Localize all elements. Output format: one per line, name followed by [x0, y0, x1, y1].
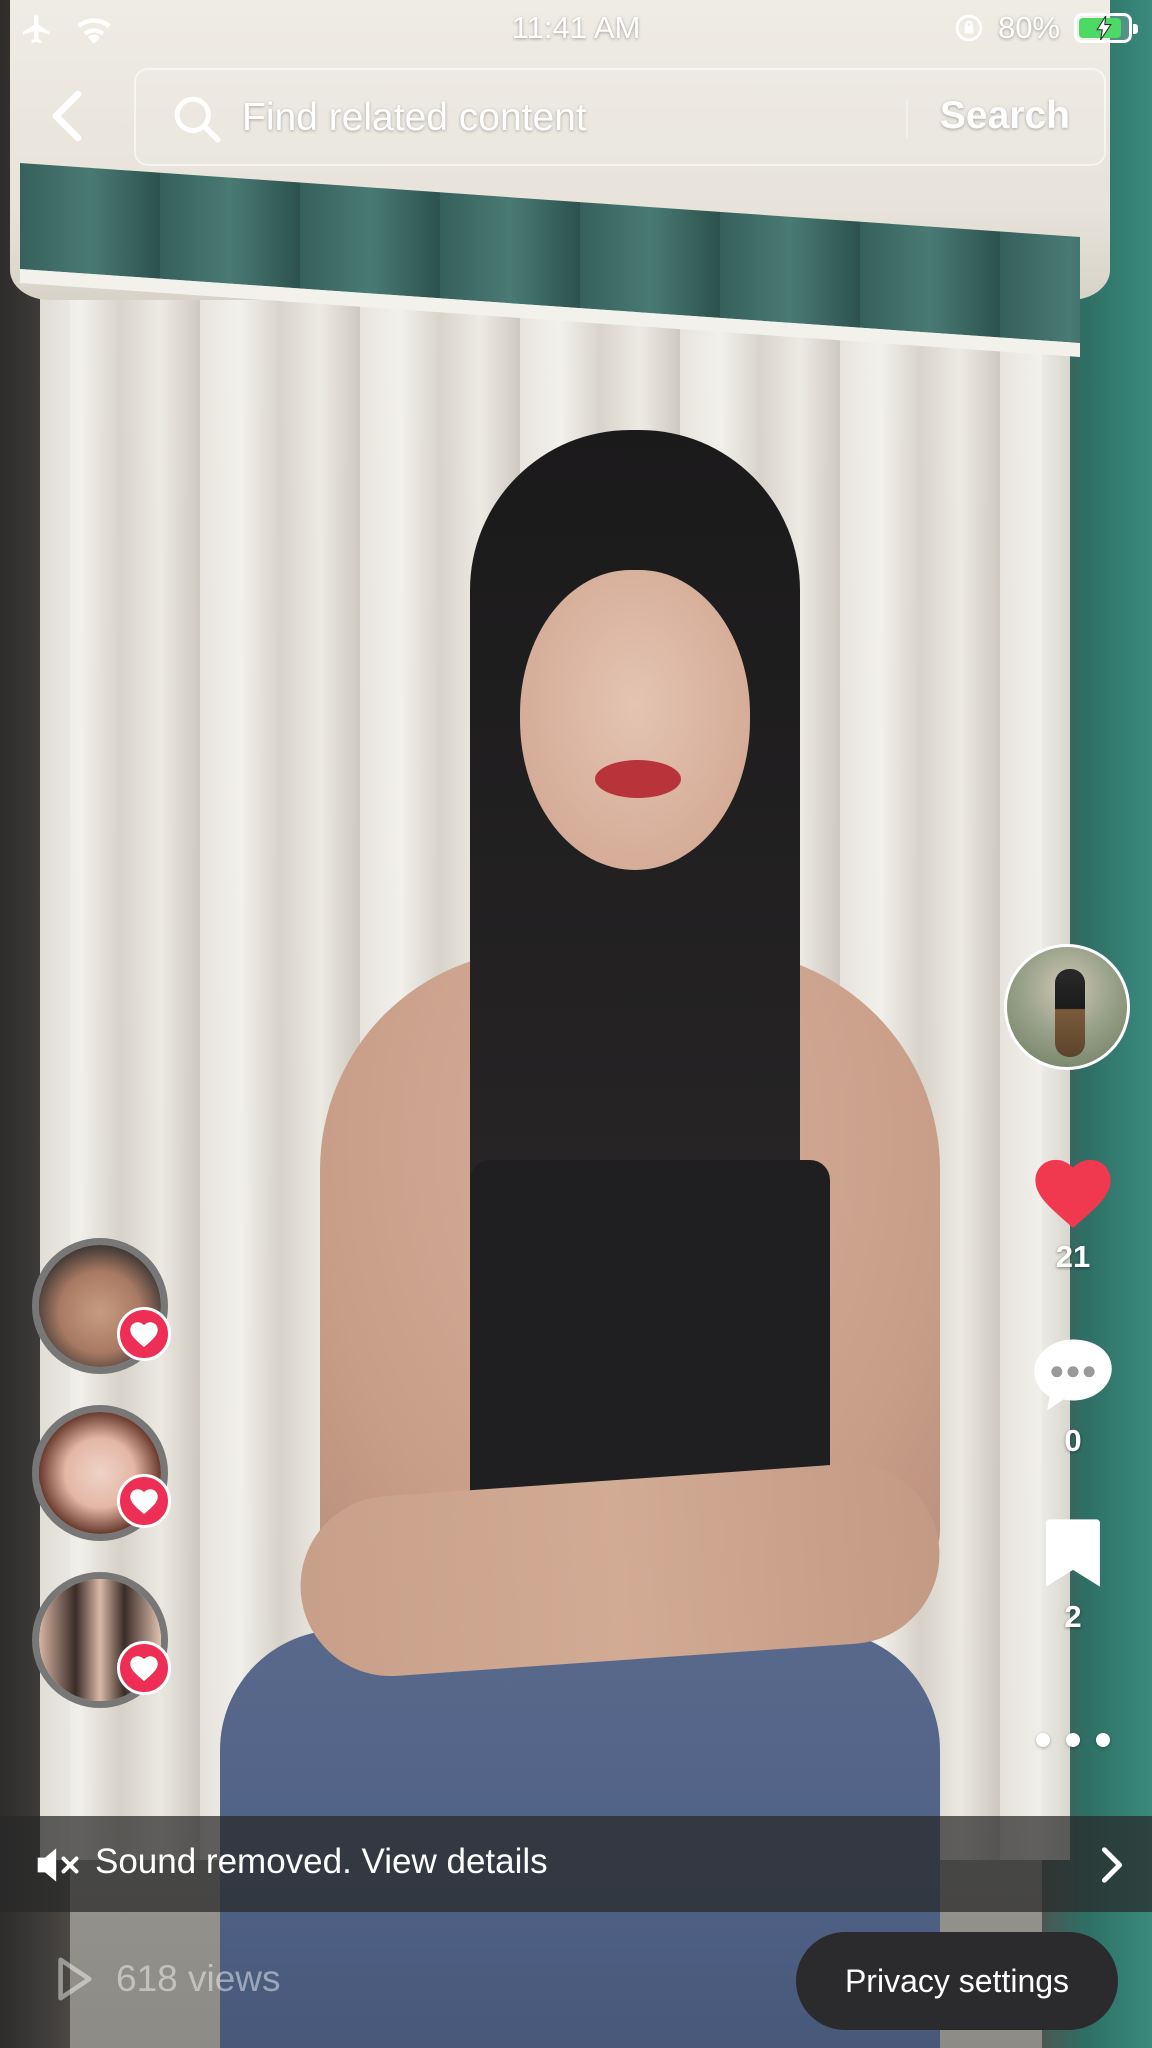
like-button[interactable]: 21 [1023, 1154, 1123, 1275]
battery-percent: 80% [997, 10, 1060, 45]
bookmark-count: 2 [1064, 1599, 1082, 1634]
chevron-left-icon [52, 90, 82, 142]
privacy-settings-button[interactable]: Privacy settings [796, 1932, 1118, 2030]
heart-icon [1035, 1159, 1111, 1228]
sound-removed-banner[interactable]: Sound removed. View details [0, 1816, 1152, 1912]
play-icon [58, 1957, 92, 2001]
bottom-bar: 618 views Privacy settings [0, 1912, 1152, 2048]
search-icon [174, 96, 221, 143]
view-count: 618 views [54, 1956, 281, 2002]
liker-avatar[interactable] [32, 1405, 171, 1541]
video-subject [220, 430, 946, 2048]
comment-button[interactable]: 0 [1023, 1336, 1123, 1459]
sound-removed-text: Sound removed. View details [95, 1842, 548, 1881]
battery-charging-icon [1074, 13, 1138, 43]
liker-avatar[interactable] [32, 1238, 171, 1374]
heart-icon [117, 1474, 171, 1528]
heart-icon [117, 1641, 171, 1695]
views-label: 618 views [116, 1958, 281, 1999]
like-count: 21 [1055, 1239, 1091, 1274]
orientation-lock-icon [955, 14, 983, 42]
search-placeholder: Find related content [242, 96, 587, 139]
comment-icon [1034, 1339, 1112, 1411]
bookmark-icon [1046, 1519, 1100, 1587]
heart-icon [117, 1307, 171, 1361]
search-divider [906, 100, 908, 138]
more-options-button[interactable] [1036, 1720, 1110, 1760]
creator-avatar[interactable] [1004, 944, 1130, 1070]
muted-speaker-icon [37, 1848, 79, 1882]
more-dots-icon [1036, 1733, 1050, 1747]
search-input[interactable]: Find related content Search [134, 68, 1106, 166]
search-button[interactable]: Search [940, 94, 1070, 138]
status-bar: 11:41 AM 80% [0, 0, 1152, 56]
bookmark-button[interactable]: 2 [1023, 1516, 1123, 1635]
liker-avatar[interactable] [32, 1572, 171, 1708]
video-player[interactable] [0, 0, 1152, 2048]
chevron-right-icon [1101, 1847, 1123, 1883]
comment-count: 0 [1064, 1423, 1082, 1458]
back-button[interactable] [36, 86, 96, 146]
